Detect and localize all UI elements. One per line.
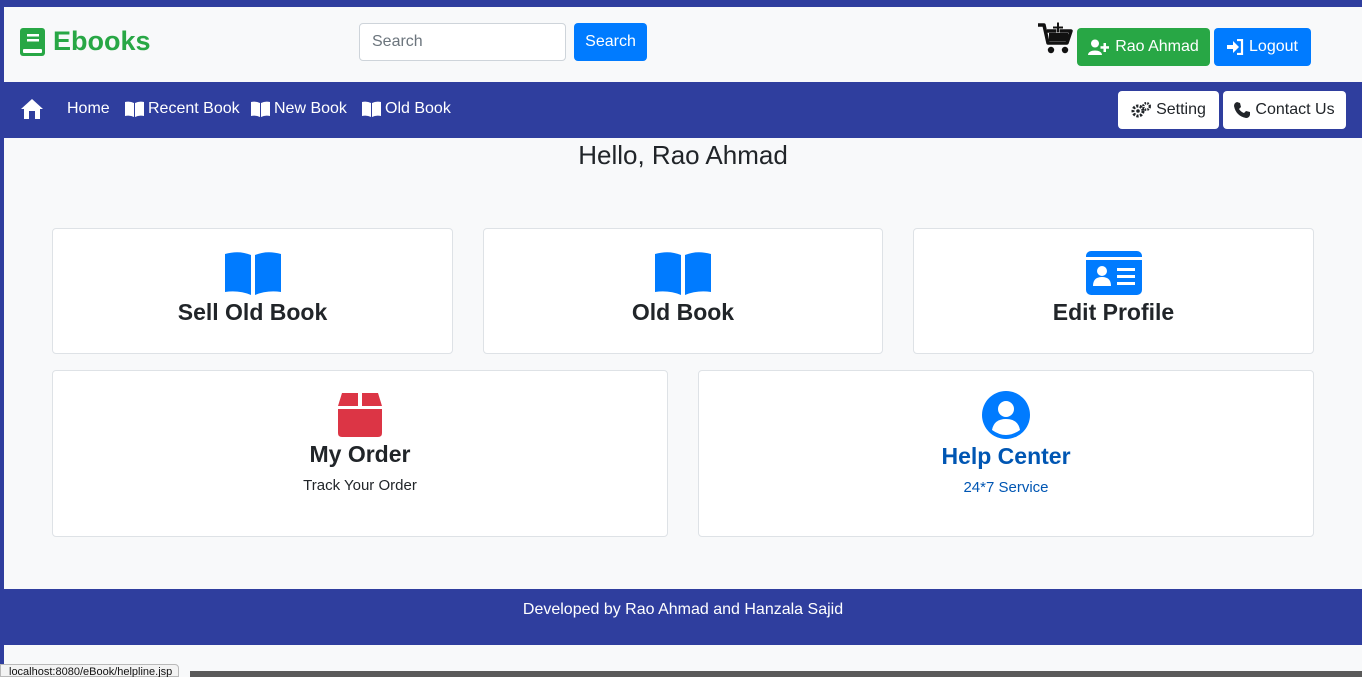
nav-recent-book[interactable]: Recent Book: [125, 100, 240, 118]
book-open-icon: [655, 252, 711, 295]
help-center-card[interactable]: Help Center 24*7 Service: [698, 370, 1314, 537]
brand-logo[interactable]: Ebooks: [20, 26, 151, 57]
nav-home[interactable]: Home: [67, 100, 110, 118]
book-open-icon: [251, 101, 270, 117]
main-navbar: Home Recent Book New Book Old Book Setti…: [4, 82, 1362, 138]
book-open-icon: [224, 252, 281, 295]
edit-profile-card[interactable]: Edit Profile: [913, 228, 1314, 354]
top-accent-bar: [0, 0, 1362, 7]
book-icon: [20, 27, 45, 56]
card-title: Old Book: [631, 299, 735, 325]
old-book-card[interactable]: Old Book: [483, 228, 883, 354]
card-title: Help Center: [941, 443, 1071, 469]
card-subtitle: 24*7 Service: [963, 479, 1049, 496]
nav-new-book[interactable]: New Book: [251, 100, 347, 118]
box-icon: [338, 393, 382, 437]
card-title: Edit Profile: [1052, 299, 1175, 325]
id-card-icon: [1085, 251, 1142, 295]
header: Ebooks Search Rao Ahmad Logout: [4, 7, 1362, 82]
user-plus-icon: [1088, 39, 1110, 55]
book-open-icon: [125, 101, 144, 117]
gears-icon: [1131, 102, 1152, 118]
sign-in-icon: [1227, 39, 1244, 55]
sell-old-book-card[interactable]: Sell Old Book: [52, 228, 453, 354]
search-input[interactable]: [359, 23, 566, 61]
card-title: Sell Old Book: [177, 299, 328, 325]
logout-button[interactable]: Logout: [1214, 28, 1311, 66]
user-name-label: Rao Ahmad: [1115, 38, 1199, 55]
footer-text: Developed by Rao Ahmad and Hanzala Sajid: [522, 601, 844, 618]
cart-icon[interactable]: [1037, 22, 1075, 61]
footer: Developed by Rao Ahmad and Hanzala Sajid: [4, 589, 1362, 645]
user-circle-icon: [982, 391, 1030, 439]
contact-us-button[interactable]: Contact Us: [1223, 91, 1346, 129]
horizontal-scrollbar[interactable]: [190, 671, 1362, 677]
window-edge: [0, 0, 4, 677]
home-icon[interactable]: [20, 98, 44, 125]
user-profile-button[interactable]: Rao Ahmad: [1077, 28, 1210, 66]
search-button[interactable]: Search: [574, 23, 647, 61]
my-order-card[interactable]: My Order Track Your Order: [52, 370, 668, 537]
setting-button[interactable]: Setting: [1118, 91, 1219, 129]
card-title: My Order: [309, 441, 411, 467]
brand-name: Ebooks: [53, 26, 151, 56]
phone-icon: [1234, 102, 1251, 118]
logout-label: Logout: [1249, 38, 1298, 55]
book-open-icon: [362, 101, 381, 117]
browser-status-url: localhost:8080/eBook/helpline.jsp: [0, 664, 180, 677]
page-greeting: Hello, Rao Ahmad: [578, 140, 788, 170]
nav-old-book[interactable]: Old Book: [362, 100, 451, 118]
card-subtitle: Track Your Order: [303, 477, 417, 494]
